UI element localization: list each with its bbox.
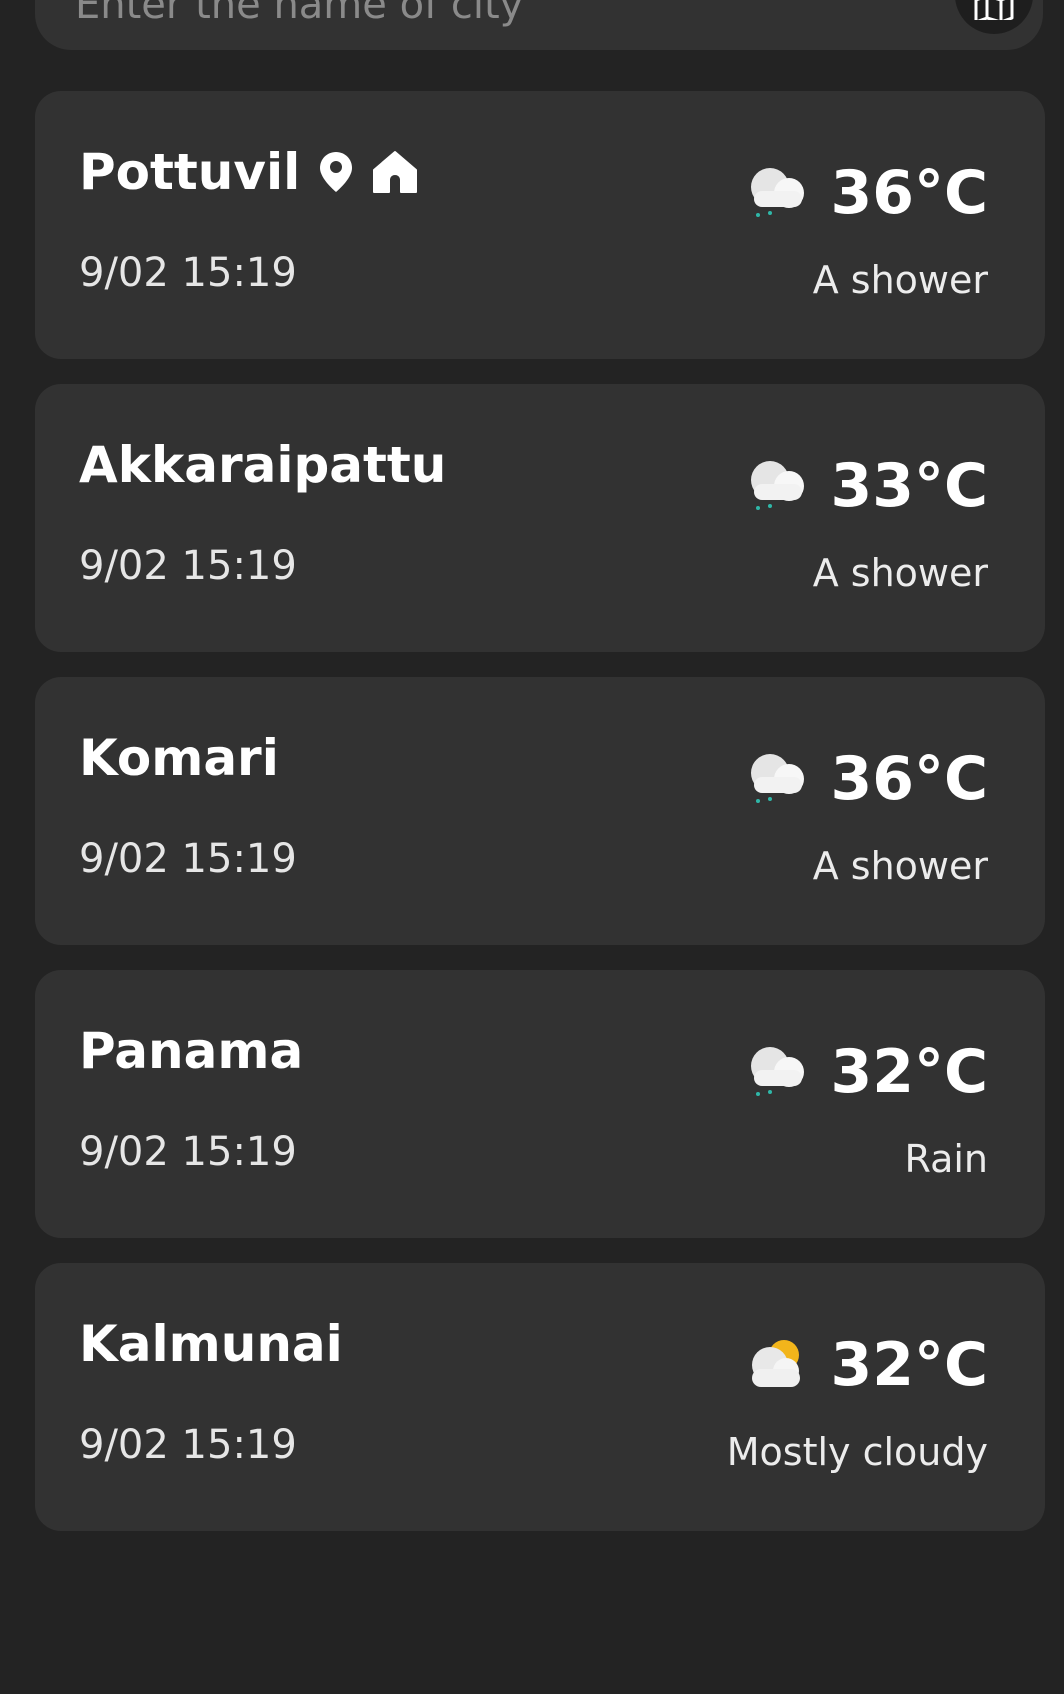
map-button[interactable] <box>955 0 1033 34</box>
search-bar <box>35 0 1043 50</box>
temperature-row: 36°C <box>744 749 988 809</box>
map-icon <box>974 0 1014 24</box>
temperature-row: 36°C <box>744 163 988 223</box>
city-card-akkaraipattu[interactable]: Akkaraipattu 9/02 15:19 33°C A shower <box>35 384 1045 652</box>
date-time: 9/02 15:19 <box>79 1132 297 1172</box>
city-name: Akkaraipattu <box>79 436 447 494</box>
shower-cloud-icon <box>744 1042 808 1102</box>
city-list: Pottuvil 9/02 15:19 36°C A shower Akkara… <box>35 91 1045 1556</box>
city-name: Komari <box>79 729 279 787</box>
date-time: 9/02 15:19 <box>79 253 297 293</box>
search-input[interactable] <box>75 0 955 50</box>
city-header: Akkaraipattu <box>79 440 446 490</box>
city-name: Kalmunai <box>79 1315 343 1373</box>
temperature-row: 33°C <box>744 456 988 516</box>
date: 9/02 <box>79 1422 169 1468</box>
shower-cloud-icon <box>744 749 808 809</box>
time: 15:19 <box>181 1129 297 1175</box>
temperature: 32°C <box>830 1037 988 1107</box>
home-icon <box>372 150 418 194</box>
weather-condition: Rain <box>904 1137 989 1181</box>
city-header: Pottuvil <box>79 147 418 197</box>
temperature: 36°C <box>830 744 988 814</box>
time: 15:19 <box>181 250 297 296</box>
city-header: Komari <box>79 733 279 783</box>
weather-condition: A shower <box>812 258 988 302</box>
date: 9/02 <box>79 250 169 296</box>
weather-condition: A shower <box>812 844 988 888</box>
city-card-kalmunai[interactable]: Kalmunai 9/02 15:19 32°C Mostly cloudy <box>35 1263 1045 1531</box>
shower-cloud-icon <box>744 456 808 516</box>
city-header: Kalmunai <box>79 1319 343 1369</box>
date: 9/02 <box>79 543 169 589</box>
temperature-row: 32°C <box>744 1042 988 1102</box>
city-header: Panama <box>79 1026 303 1076</box>
date-time: 9/02 15:19 <box>79 1425 297 1465</box>
date-time: 9/02 15:19 <box>79 839 297 879</box>
temperature: 33°C <box>830 451 988 521</box>
city-name: Pottuvil <box>79 143 301 201</box>
location-pin-icon <box>318 150 354 194</box>
temperature-row: 32°C <box>744 1335 988 1395</box>
time: 15:19 <box>181 1422 297 1468</box>
city-card-panama[interactable]: Panama 9/02 15:19 32°C Rain <box>35 970 1045 1238</box>
city-name: Panama <box>79 1022 304 1080</box>
temperature: 36°C <box>830 158 988 228</box>
city-card-pottuvil[interactable]: Pottuvil 9/02 15:19 36°C A shower <box>35 91 1045 359</box>
date-time: 9/02 15:19 <box>79 546 297 586</box>
shower-cloud-icon <box>744 163 808 223</box>
time: 15:19 <box>181 836 297 882</box>
date: 9/02 <box>79 1129 169 1175</box>
date: 9/02 <box>79 836 169 882</box>
weather-condition: Mostly cloudy <box>726 1430 988 1474</box>
weather-condition: A shower <box>812 551 988 595</box>
city-card-komari[interactable]: Komari 9/02 15:19 36°C A shower <box>35 677 1045 945</box>
mostly-cloudy-icon <box>744 1335 808 1395</box>
temperature: 32°C <box>830 1330 988 1400</box>
time: 15:19 <box>181 543 297 589</box>
